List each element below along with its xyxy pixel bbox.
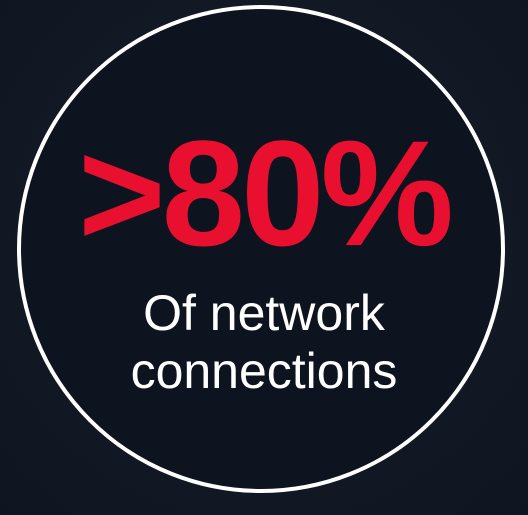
stat-value: >80% bbox=[78, 109, 454, 277]
stat-caption-line-1: Of network bbox=[143, 285, 385, 341]
stat-caption: Of network connections bbox=[0, 284, 528, 400]
stat-caption-line-2: connections bbox=[130, 343, 398, 399]
